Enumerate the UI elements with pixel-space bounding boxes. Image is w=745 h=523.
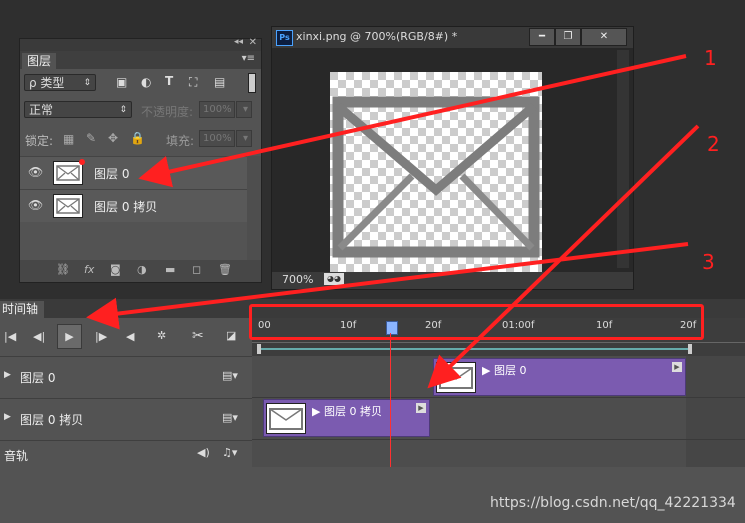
arrow-1 — [138, 54, 687, 188]
arrow-2 — [427, 124, 700, 389]
annotation-arrows — [86, 54, 700, 389]
arrow-3 — [86, 242, 689, 330]
annotation-number: 1 — [704, 46, 717, 70]
annotation-number: 2 — [707, 132, 720, 156]
annotation-number: 3 — [702, 250, 715, 274]
watermark: https://blog.csdn.net/qq_42221334 — [490, 495, 736, 511]
